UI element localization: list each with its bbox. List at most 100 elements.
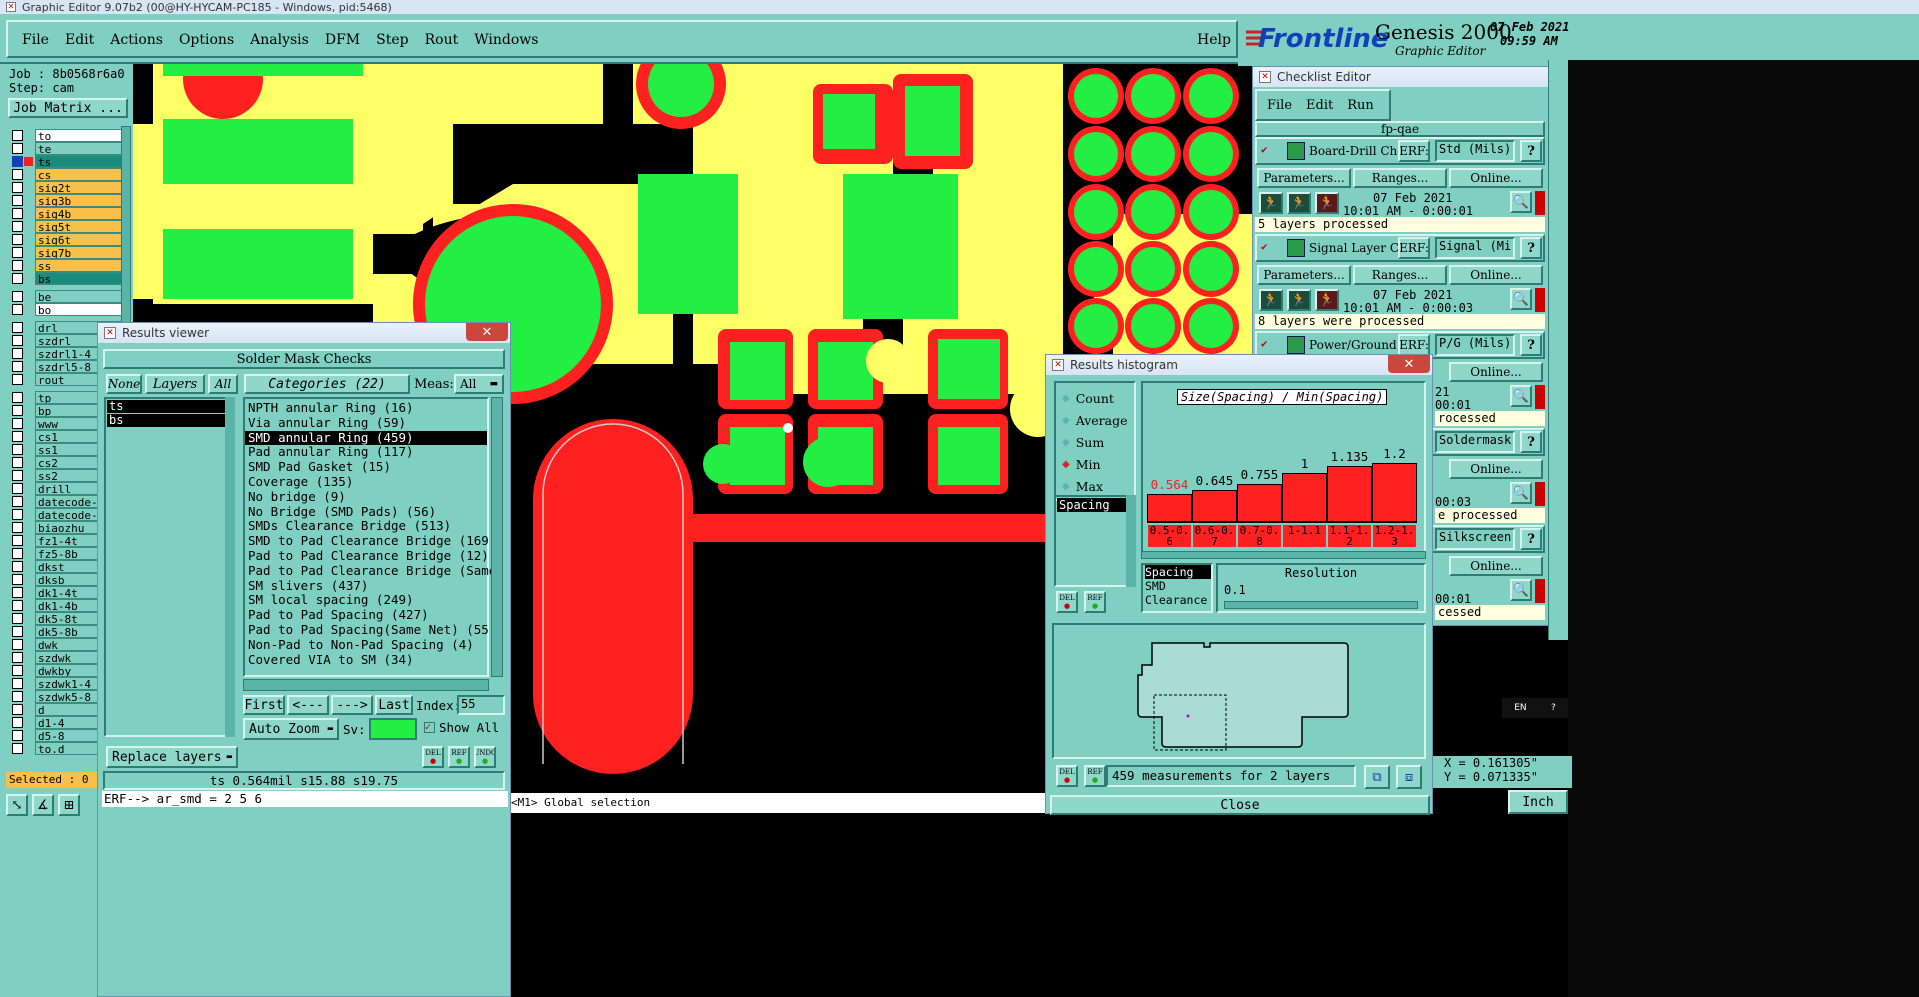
category-item[interactable]: No Bridge (SMD Pads) (56) (245, 504, 487, 520)
prev-button[interactable]: <--- (287, 695, 329, 715)
zoom-area-icon[interactable]: ⧈ (1396, 765, 1422, 789)
zoom-icon[interactable]: 🔍 (1510, 579, 1532, 601)
layer-checkbox[interactable] (12, 431, 23, 442)
checklist-menu-file[interactable]: File (1267, 98, 1292, 113)
layer-name[interactable]: sig7b (35, 246, 122, 259)
layer-checkbox[interactable] (12, 260, 23, 271)
menu-file[interactable]: File (22, 32, 49, 48)
histogram-hscroll[interactable] (1141, 551, 1426, 559)
layer-checkbox[interactable] (12, 548, 23, 559)
layer-checkbox[interactable] (12, 730, 23, 741)
mode-radio[interactable]: ◆ Max (1056, 475, 1134, 497)
layer-checkbox[interactable] (12, 169, 23, 180)
auto-zoom-dropdown[interactable]: Auto Zoom ▬ (243, 718, 339, 740)
checklist-menu-run[interactable]: Run (1347, 98, 1374, 113)
layer-checkbox[interactable] (12, 496, 23, 507)
layer-name[interactable]: te (35, 142, 122, 155)
board-preview[interactable] (1052, 623, 1426, 759)
layer-row[interactable]: te (10, 142, 122, 155)
category-item[interactable]: Covered VIA to SM (34) (245, 652, 487, 668)
online-button[interactable]: Online... (1449, 556, 1543, 576)
layer-name[interactable]: sig2t (35, 181, 122, 194)
menu-options[interactable]: Options (179, 32, 234, 48)
erf-value[interactable]: P/G (Mils) (1435, 334, 1515, 356)
histogram-bar[interactable] (1237, 484, 1282, 521)
help-icon[interactable]: ? (1520, 528, 1542, 550)
zoom-icon[interactable]: 🔍 (1510, 482, 1532, 504)
layer-checkbox[interactable] (12, 348, 23, 359)
layer-checkbox[interactable] (12, 587, 23, 598)
layers-listbox[interactable]: ts bs (104, 397, 234, 737)
layer-checkbox[interactable] (12, 717, 23, 728)
zoom-fit-icon[interactable]: ⧉ (1364, 765, 1390, 789)
layer-row[interactable]: sig3b (10, 194, 122, 207)
action-check-icon[interactable]: ✔ (1261, 337, 1268, 350)
run-icon[interactable]: 🏃 (1259, 289, 1283, 311)
category-item[interactable]: Pad annular Ring (117) (245, 445, 487, 460)
layer-name[interactable]: be (35, 290, 122, 303)
help-icon[interactable]: ? (1520, 431, 1542, 453)
layer-checkbox[interactable] (12, 208, 23, 219)
category-item[interactable]: SM slivers (437) (245, 578, 487, 594)
layer-row[interactable]: sig4b (10, 207, 122, 220)
layer-checkbox[interactable] (12, 574, 23, 585)
erf-command-line[interactable]: ERF--> ar_smd = 2 5 6 (102, 791, 508, 807)
mode-radio[interactable]: ◆ Average (1056, 409, 1134, 431)
layer-row[interactable]: bo (10, 303, 122, 316)
online-button[interactable]: Online... (1449, 362, 1543, 382)
layer-item-ts[interactable]: ts (107, 400, 231, 413)
grid-tool-icon[interactable]: ⊞ (58, 794, 80, 816)
categories-hscroll[interactable] (243, 679, 489, 691)
categories-button[interactable]: Categories (22) (244, 374, 410, 394)
layer-name[interactable]: sig5t (35, 220, 122, 233)
layer-name[interactable]: ts (35, 155, 122, 168)
close-button[interactable]: Close (1050, 795, 1430, 815)
layer-checkbox[interactable] (12, 405, 23, 416)
category-item[interactable]: Pad to Pad Spacing(Same Net) (55) (245, 622, 496, 638)
layer-name[interactable]: sig3b (35, 194, 122, 207)
run-icon[interactable]: 🏃 (1315, 192, 1339, 214)
meas-dropdown[interactable]: All ▬ (454, 374, 504, 394)
layer-checkbox[interactable] (12, 691, 23, 702)
measure-tool-icon[interactable]: ∡ (32, 794, 54, 816)
refresh-icon[interactable]: REF ● (1084, 765, 1106, 787)
layer-name[interactable]: cs (35, 168, 122, 181)
show-all-toggle[interactable]: ✓ Show All (424, 720, 499, 735)
action-check-icon[interactable]: ✔ (1261, 240, 1268, 253)
category-item[interactable]: SMD Pad Gasket (15) (245, 459, 487, 475)
category-item[interactable]: SMD to Pad Clearance Bridge (169) (245, 533, 496, 549)
layer-checkbox[interactable] (12, 143, 23, 154)
online-button[interactable]: Online... (1449, 265, 1543, 285)
layer-checkbox[interactable] (12, 304, 23, 315)
layer-checkbox[interactable] (12, 234, 23, 245)
run-icon[interactable]: 🏃 (1287, 289, 1311, 311)
zoom-icon[interactable]: 🔍 (1510, 288, 1532, 310)
layer-checkbox[interactable] (12, 374, 23, 385)
menu-edit[interactable]: Edit (65, 32, 94, 48)
mode-radio[interactable]: ◆ Sum (1056, 431, 1134, 453)
none-button[interactable]: None (106, 374, 142, 394)
delete-icon[interactable]: DEL ● (1056, 765, 1078, 787)
online-button[interactable]: Online... (1449, 459, 1543, 479)
erf-button[interactable]: ERF: (1398, 334, 1430, 356)
layer-item-bs[interactable]: bs (107, 414, 231, 427)
histogram-bar[interactable] (1282, 472, 1327, 521)
layer-checkbox[interactable] (12, 652, 23, 663)
category-item[interactable]: SMDs Clearance Bridge (513) (245, 519, 487, 534)
measure-listbox[interactable]: Spacing (1054, 495, 1136, 587)
layer-checkbox[interactable] (12, 418, 23, 429)
action-check-icon[interactable]: ✔ (1261, 143, 1268, 156)
resolution-slider[interactable] (1224, 601, 1418, 609)
category-item[interactable]: Via annular Ring (59) (245, 415, 487, 431)
layer-checkbox[interactable] (12, 678, 23, 689)
layer-row[interactable]: sig5t (10, 220, 122, 233)
job-matrix-button[interactable]: Job Matrix ... (8, 98, 128, 118)
layer-checkbox[interactable] (12, 444, 23, 455)
category-item[interactable]: Non-Pad to Non-Pad Spacing (4) (245, 637, 487, 653)
meas-type-clearance[interactable]: Clearance (1145, 593, 1211, 607)
category-item[interactable]: SMD annular Ring (459) (245, 430, 487, 446)
category-item[interactable]: Pad to Pad Clearance Bridge (12) (245, 548, 489, 564)
sv-color-dropdown[interactable] (369, 718, 417, 740)
close-button[interactable]: ✕ (1388, 355, 1430, 373)
layer-checkbox[interactable] (12, 221, 23, 232)
